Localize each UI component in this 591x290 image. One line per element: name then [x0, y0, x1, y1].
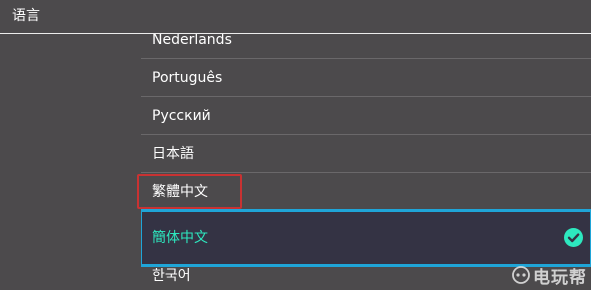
- watermark-logo: 电玩帮: [512, 263, 587, 288]
- language-label: 日本語: [152, 146, 194, 162]
- language-option-japanese[interactable]: 日本語: [141, 136, 591, 173]
- language-label: Nederlands: [152, 34, 232, 48]
- watermark-text: 电玩帮: [533, 267, 587, 288]
- check-circle-icon: [564, 228, 583, 247]
- language-option-russian[interactable]: Русский: [141, 98, 591, 135]
- language-option-portugues[interactable]: Português: [141, 60, 591, 97]
- language-label: 한국어: [152, 268, 191, 284]
- row-divider: [141, 58, 591, 59]
- language-label: Português: [152, 70, 223, 86]
- language-option-traditional-chinese[interactable]: 繁體中文: [141, 174, 591, 211]
- row-divider: [141, 96, 591, 97]
- top-bar: 语言: [0, 0, 591, 34]
- row-divider: [141, 172, 591, 173]
- page-title: 语言: [12, 8, 40, 24]
- language-label: Русский: [152, 108, 211, 124]
- language-label: 繁體中文: [152, 184, 208, 200]
- language-option-nederlands[interactable]: Nederlands: [141, 34, 591, 59]
- gamepad-logo-icon: [512, 266, 530, 284]
- language-list: Nederlands Português Русский 日本語 繁體中文 簡体…: [141, 34, 591, 290]
- language-label: 簡体中文: [152, 230, 208, 246]
- row-divider: [141, 134, 591, 135]
